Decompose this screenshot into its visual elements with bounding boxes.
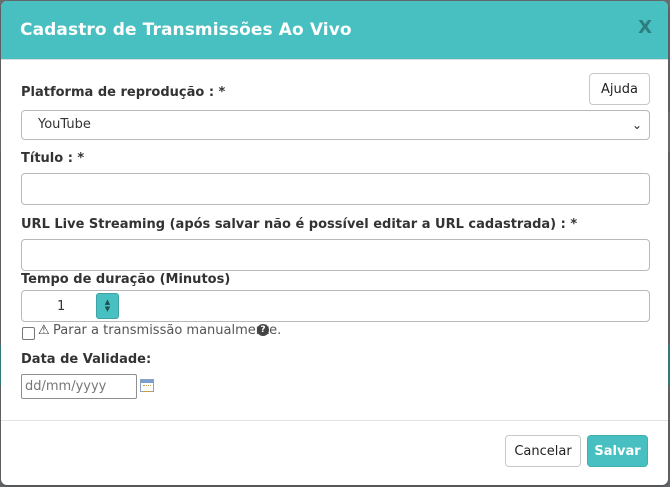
question-circle-icon[interactable]: ? <box>257 324 269 336</box>
save-button[interactable]: Salvar <box>587 435 648 467</box>
stepper-down-icon[interactable]: ▼ <box>105 306 110 313</box>
platform-select[interactable]: YouTube ⌄ <box>21 110 650 140</box>
manual-stop-checkbox[interactable] <box>22 327 35 340</box>
validity-label: Data de Validade: <box>21 352 152 367</box>
url-label: URL Live Streaming (após salvar não é po… <box>21 217 578 232</box>
close-icon[interactable]: X <box>638 17 652 38</box>
footer-divider <box>1 420 668 421</box>
duration-value: 1 <box>57 299 66 314</box>
duration-label: Tempo de duração (Minutos) <box>21 272 231 287</box>
platform-label: Platforma de reprodução : * <box>21 85 226 100</box>
calendar-icon[interactable] <box>140 379 154 392</box>
warning-icon: ⚠ <box>38 323 50 338</box>
platform-select-value: YouTube <box>38 117 91 132</box>
modal-header: Cadastro de Transmissões Ao Vivo X <box>1 1 668 60</box>
title-label: Título : * <box>21 151 85 166</box>
chevron-down-icon: ⌄ <box>631 118 642 132</box>
url-input[interactable] <box>21 239 650 271</box>
live-stream-modal: Cadastro de Transmissões Ao Vivo X Platf… <box>1 1 668 485</box>
validity-date-placeholder: dd/mm/yyyy <box>25 379 107 394</box>
title-input[interactable] <box>21 173 650 205</box>
cancel-button[interactable]: Cancelar <box>505 435 581 467</box>
help-button[interactable]: Ajuda <box>589 73 650 105</box>
validity-date-input[interactable]: dd/mm/yyyy <box>21 374 137 399</box>
manual-stop-label: Parar a transmissão manualmente. <box>53 323 282 338</box>
modal-title: Cadastro de Transmissões Ao Vivo <box>20 20 352 40</box>
stepper-arrows-icon[interactable]: ▲ ▼ <box>96 293 119 319</box>
